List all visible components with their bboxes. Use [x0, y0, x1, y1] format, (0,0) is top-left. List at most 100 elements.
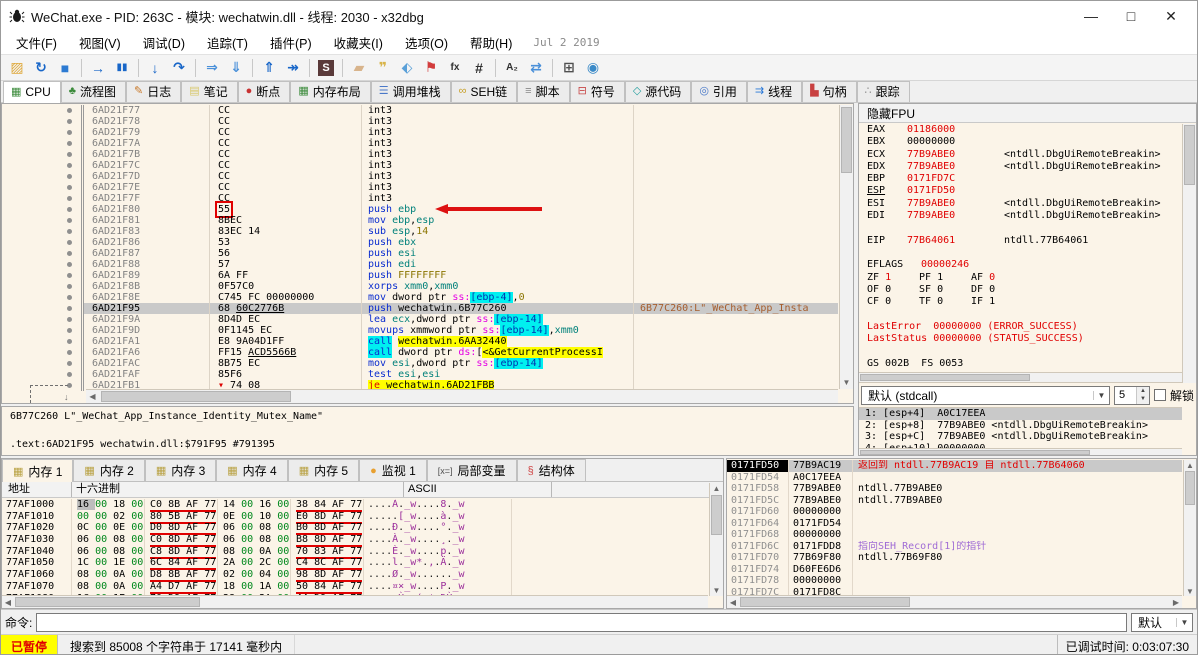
- settings-globe-icon[interactable]: ◉: [581, 57, 605, 79]
- hide-fpu-button[interactable]: 隐藏FPU: [859, 104, 1196, 123]
- tab-局部变量[interactable]: [x=] 局部变量: [426, 459, 517, 481]
- tab-结构体[interactable]: § 结构体: [516, 459, 586, 481]
- stack-hscroll-left-icon[interactable]: ◀: [727, 596, 739, 608]
- register-text-row[interactable]: LastError 00000000 (ERROR_SUCCESS): [859, 321, 1182, 333]
- tab-call-stack[interactable]: ☰ 调用堆栈: [370, 81, 451, 102]
- register-row[interactable]: EBP 0171FD7C: [859, 173, 1182, 185]
- tab-threads[interactable]: ⇉ 线程: [746, 81, 803, 102]
- registers-vscrollbar[interactable]: [1182, 124, 1196, 383]
- calculator-icon[interactable]: ⊞: [557, 57, 581, 79]
- dump-hscroll-thumb[interactable]: [15, 597, 200, 607]
- registers-hscrollbar[interactable]: [859, 372, 1182, 383]
- breakpoint-dot-icon[interactable]: [67, 218, 72, 223]
- dump-hscroll-left-icon[interactable]: ◀: [2, 596, 14, 608]
- patch-icon[interactable]: ▰: [347, 57, 371, 79]
- tab-监视-1[interactable]: ● 监视 1: [359, 459, 427, 481]
- menu-item-t[interactable]: 追踪(T): [196, 31, 259, 54]
- disasm-vscrollbar[interactable]: ▼: [839, 105, 853, 389]
- disasm-row[interactable]: 6AD21F89 6A FF push FFFFFFFF: [2, 270, 838, 281]
- disasm-row[interactable]: 6AD21F7D CC int3: [2, 171, 838, 182]
- disasm-row[interactable]: 6AD21FA1 E8 9A04D1FF call wechatwin.6AA324…: [2, 336, 838, 347]
- breakpoint-dot-icon[interactable]: [67, 119, 72, 124]
- skip-next-icon[interactable]: ⇓: [224, 57, 248, 79]
- register-row[interactable]: EBX 00000000: [859, 136, 1182, 148]
- stack-hscroll-thumb[interactable]: [740, 597, 910, 607]
- stack-vscroll-up-icon[interactable]: ▲: [1184, 460, 1196, 470]
- stop-icon[interactable]: ■: [53, 57, 77, 79]
- disasm-row[interactable]: 6AD21F9A 8D4D EC lea ecx,dword ptr ss:[ebp…: [2, 314, 838, 325]
- chevron-down-icon[interactable]: ▼: [1176, 617, 1192, 627]
- dump-row[interactable]: 77AF1060 08 00 0A 00 D8 8B AF 77 02 00 04 0…: [2, 569, 708, 583]
- step-into-icon[interactable]: ↓: [143, 57, 167, 79]
- hash-icon[interactable]: #: [467, 57, 491, 79]
- disasm-row[interactable]: 6AD21F9D 0F1145 EC movups xmmword ptr ss:[…: [2, 325, 838, 336]
- disasm-row[interactable]: 6AD21F83 83EC 14 sub esp,14: [2, 226, 838, 237]
- dump-row[interactable]: 77AF1010 00 00 02 00 80 5B AF 77 0E 00 10 0…: [2, 510, 708, 524]
- disasm-hscroll-left-icon[interactable]: ◀: [86, 390, 99, 403]
- tab-notes[interactable]: ▤ 笔记: [181, 81, 238, 102]
- dump-row[interactable]: 77AF1050 1C 00 1E 00 6C 84 AF 77 2A 00 2C 0…: [2, 557, 708, 571]
- step-over-icon[interactable]: ↷: [167, 57, 191, 79]
- disasm-row[interactable]: 6AD21FAC 8B75 EC mov esi,dword ptr ss:[ebp…: [2, 358, 838, 369]
- register-row[interactable]: EAX 01186000: [859, 124, 1182, 136]
- stack-hscrollbar[interactable]: ◀ ▶: [727, 595, 1182, 608]
- dump-hscrollbar[interactable]: ◀: [2, 595, 708, 608]
- disasm-vscroll-down-icon[interactable]: ▼: [840, 376, 853, 389]
- modules-icon[interactable]: ⇄: [524, 57, 548, 79]
- disasm-row[interactable]: 6AD21F77 CC int3: [2, 105, 838, 116]
- disasm-hscrollbar[interactable]: ◀: [86, 389, 838, 403]
- register-row[interactable]: ESP 0171FD50: [859, 185, 1182, 197]
- menu-item-v[interactable]: 视图(V): [68, 31, 132, 54]
- breakpoint-dot-icon[interactable]: [67, 273, 72, 278]
- breakpoint-dot-icon[interactable]: [67, 339, 72, 344]
- stack-vscroll-thumb[interactable]: [1185, 471, 1195, 505]
- tab-内存-4[interactable]: ▦ 内存 4: [216, 459, 288, 481]
- breakpoint-dot-icon[interactable]: [67, 306, 72, 311]
- stack-row[interactable]: 0171FD5C 77B9ABE0 ntdll.77B9ABE0: [727, 494, 1182, 506]
- dump-row[interactable]: 77AF1000 16 00 18 00 C0 8B AF 77 14 00 16 0…: [2, 499, 708, 512]
- breakpoint-dot-icon[interactable]: [67, 141, 72, 146]
- args-hscrollbar[interactable]: [859, 448, 1182, 455]
- dump-vscroll-up-icon[interactable]: ▲: [710, 483, 723, 494]
- run-to-user-code-icon[interactable]: ↠: [281, 57, 305, 79]
- tab-memory-map[interactable]: ▦ 内存布局: [290, 81, 371, 102]
- breakpoint-dot-icon[interactable]: [67, 229, 72, 234]
- tab-cpu[interactable]: ▦ CPU: [3, 81, 61, 103]
- menu-item-d[interactable]: 调试(D): [132, 31, 196, 54]
- stack-row[interactable]: 0171FD78 00000000: [727, 575, 1182, 587]
- breakpoint-dot-icon[interactable]: [67, 372, 72, 377]
- step-out-icon[interactable]: ⇑: [257, 57, 281, 79]
- pause-icon[interactable]: ▮▮: [110, 57, 134, 79]
- unlock-checkbox[interactable]: [1153, 389, 1166, 401]
- breakpoint-dot-icon[interactable]: [67, 240, 72, 245]
- tab-seh-chain[interactable]: ∞ SEH链: [450, 81, 518, 102]
- register-row[interactable]: EDX 77B9ABE0 <ntdll.DbgUiRemoteBreakin>: [859, 161, 1182, 173]
- disasm-vscroll-thumb[interactable]: [841, 107, 852, 173]
- dump-vscroll-down-icon[interactable]: ▼: [710, 585, 723, 596]
- scylla-icon[interactable]: S: [314, 57, 338, 79]
- breakpoint-dot-icon[interactable]: [67, 328, 72, 333]
- register-row[interactable]: ECX 77B9ABE0 <ntdll.DbgUiRemoteBreakin>: [859, 149, 1182, 161]
- bookmark-icon[interactable]: ⚑: [419, 57, 443, 79]
- breakpoint-dot-icon[interactable]: [67, 251, 72, 256]
- stack-row[interactable]: 0171FD64 0171FD54: [727, 517, 1182, 529]
- maximize-button[interactable]: □: [1111, 2, 1151, 30]
- tab-内存-3[interactable]: ▦ 内存 3: [144, 459, 217, 481]
- breakpoint-dot-icon[interactable]: [67, 130, 72, 135]
- register-row[interactable]: EFLAGS 00000246: [859, 259, 1182, 271]
- breakpoint-dot-icon[interactable]: [67, 196, 72, 201]
- command-input[interactable]: [36, 612, 1127, 632]
- tab-trace[interactable]: ∴ 跟踪: [856, 81, 910, 102]
- comment-icon[interactable]: ❞: [371, 57, 395, 79]
- breakpoint-dot-icon[interactable]: [67, 284, 72, 289]
- register-row[interactable]: ESI 77B9ABE0 <ntdll.DbgUiRemoteBreakin>: [859, 198, 1182, 210]
- stack-row[interactable]: 0171FD50 77B9AC19 返回到 ntdll.77B9AC19 自 ntd…: [727, 460, 1182, 472]
- strings-icon[interactable]: A₂: [500, 57, 524, 79]
- spinner-up-icon[interactable]: ▲: [1136, 386, 1149, 395]
- args-hscroll-thumb[interactable]: [860, 450, 1090, 455]
- tab-script[interactable]: ≡ 脚本: [517, 81, 570, 102]
- disasm-row[interactable]: 6AD21F86 53 push ebx: [2, 237, 838, 248]
- register-row[interactable]: EDI 77B9ABE0 <ntdll.DbgUiRemoteBreakin>: [859, 210, 1182, 222]
- tab-内存-1[interactable]: ▦ 内存 1: [2, 459, 74, 482]
- disasm-row[interactable]: 6AD21FAF 85F6 test esi,esi: [2, 369, 838, 380]
